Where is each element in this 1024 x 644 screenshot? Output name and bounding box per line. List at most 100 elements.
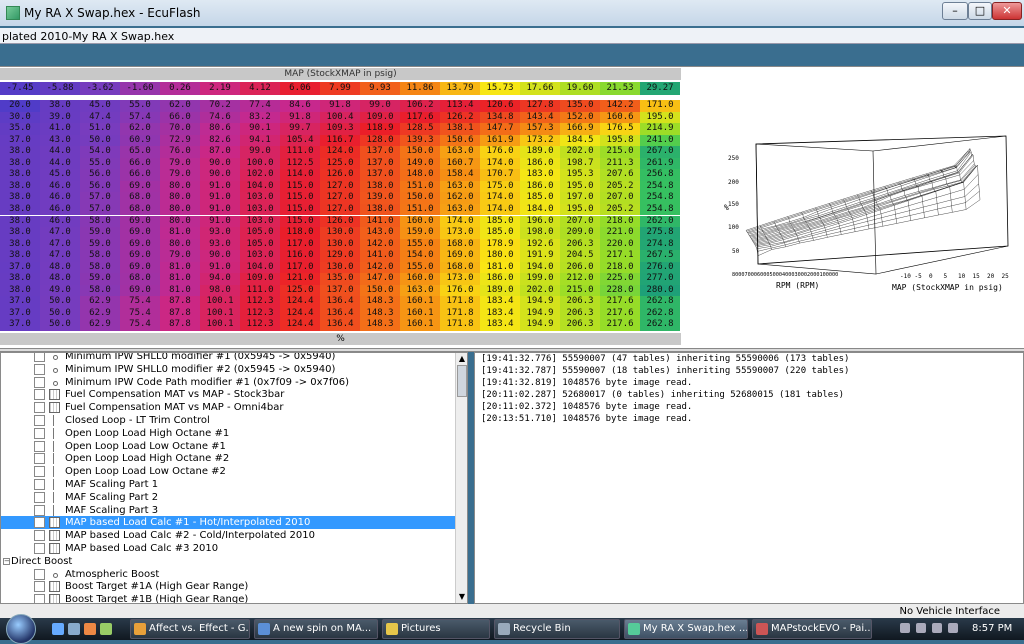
- quicklaunch-icon[interactable]: [52, 623, 64, 635]
- map-cell[interactable]: 59.0: [80, 227, 120, 239]
- map-cell[interactable]: 189.0: [520, 146, 560, 158]
- map-cell[interactable]: 160.0: [400, 215, 440, 228]
- map-cell[interactable]: 105.0: [240, 227, 280, 239]
- map-cell[interactable]: 160.1: [400, 307, 440, 320]
- tree-checkbox[interactable]: [34, 479, 45, 490]
- map-cell[interactable]: 159.0: [400, 227, 440, 239]
- map-cell[interactable]: 143.0: [360, 227, 400, 239]
- map-cell[interactable]: 81.0: [160, 261, 200, 274]
- map-cell[interactable]: 65.0: [120, 146, 160, 158]
- map-cell[interactable]: 207.0: [560, 215, 600, 228]
- map-cell[interactable]: 148.3: [360, 319, 400, 331]
- map-cell[interactable]: 171.8: [440, 319, 480, 331]
- map-cell[interactable]: 38.0: [40, 100, 80, 112]
- map-cell[interactable]: 38.0: [0, 250, 40, 262]
- map-cell[interactable]: 41.0: [40, 123, 80, 135]
- map-cell[interactable]: 47.4: [80, 111, 120, 124]
- map-cell[interactable]: 262.8: [640, 307, 680, 320]
- maximize-button[interactable]: □: [968, 2, 992, 20]
- map-cell[interactable]: 55.0: [80, 157, 120, 170]
- map-cell[interactable]: 111.0: [280, 146, 320, 158]
- map-x-cell[interactable]: 19.60: [560, 82, 600, 95]
- map-cell[interactable]: 207.0: [600, 192, 640, 204]
- map-cell[interactable]: 74.6: [200, 111, 240, 124]
- map-cell[interactable]: 171.8: [440, 296, 480, 308]
- map-cell[interactable]: 228.0: [600, 284, 640, 297]
- map-cell[interactable]: 38.0: [0, 215, 40, 228]
- map-cell[interactable]: 205.2: [600, 203, 640, 216]
- tree-item[interactable]: Minimum IPW SHLL0 modifier #2 (0x5945 ->…: [1, 363, 455, 376]
- map-cell[interactable]: 114.0: [280, 169, 320, 181]
- map-x-cell[interactable]: 7.99: [320, 82, 360, 95]
- map-cell[interactable]: 174.0: [440, 215, 480, 228]
- map-cell[interactable]: 84.6: [280, 100, 320, 112]
- map-cell[interactable]: 168.0: [440, 238, 480, 251]
- map-cell[interactable]: 280.0: [640, 284, 680, 297]
- map-cell[interactable]: 160.7: [440, 157, 480, 170]
- taskbar-button[interactable]: A new spin on MA...: [254, 619, 378, 639]
- map-x-cell[interactable]: 0.26: [160, 82, 200, 95]
- map-cell[interactable]: 163.0: [440, 203, 480, 216]
- map-cell[interactable]: 91.0: [200, 203, 240, 216]
- map-x-cell[interactable]: 9.93: [360, 82, 400, 95]
- map-cell[interactable]: 195.3: [560, 169, 600, 181]
- map-cell[interactable]: 171.8: [440, 307, 480, 320]
- map-cell[interactable]: 112.3: [240, 296, 280, 308]
- map-cell[interactable]: 185.0: [480, 215, 520, 228]
- map-cell[interactable]: 160.1: [400, 296, 440, 308]
- tree-checkbox[interactable]: [34, 594, 45, 603]
- close-button[interactable]: ✕: [992, 2, 1022, 20]
- tree-checkbox[interactable]: [34, 415, 45, 426]
- map-cell[interactable]: 120.6: [480, 100, 520, 112]
- map-cell[interactable]: 168.0: [440, 261, 480, 274]
- tree-checkbox[interactable]: [34, 376, 45, 388]
- map-cell[interactable]: 149.0: [400, 157, 440, 170]
- map-x-cell[interactable]: -5.88: [40, 82, 80, 95]
- map-cell[interactable]: 87.8: [160, 307, 200, 320]
- map-cell[interactable]: 267.5: [640, 250, 680, 262]
- tree-item[interactable]: MAF Scaling Part 1: [1, 478, 455, 491]
- map-cell[interactable]: 196.0: [520, 215, 560, 228]
- map-cell[interactable]: 82.6: [200, 134, 240, 147]
- map-cell[interactable]: 183.4: [480, 307, 520, 320]
- map-cell[interactable]: 80.0: [160, 180, 200, 193]
- map-cell[interactable]: 75.4: [120, 296, 160, 308]
- map-cell[interactable]: 147.7: [480, 123, 520, 135]
- map-cell[interactable]: 195.8: [600, 134, 640, 147]
- map-cell[interactable]: 195.0: [560, 203, 600, 216]
- map-cell[interactable]: 79.0: [160, 250, 200, 262]
- map-cell[interactable]: 70.0: [160, 123, 200, 135]
- map-cell[interactable]: 37.0: [0, 319, 40, 331]
- map-cell[interactable]: 51.0: [80, 123, 120, 135]
- map-cell[interactable]: 205.2: [600, 180, 640, 193]
- map-cell[interactable]: 102.0: [240, 169, 280, 181]
- map-cell[interactable]: 103.0: [240, 215, 280, 228]
- map-cell[interactable]: 261.9: [640, 157, 680, 170]
- map-cell[interactable]: 262.8: [640, 319, 680, 331]
- map-cell[interactable]: 150.0: [360, 284, 400, 297]
- map-cell[interactable]: 99.7: [280, 123, 320, 135]
- tree-item[interactable]: Open Loop Load Low Octane #2: [1, 465, 455, 478]
- map-cell[interactable]: 91.0: [200, 180, 240, 193]
- tree-checkbox[interactable]: [34, 530, 45, 542]
- quicklaunch-icon[interactable]: [68, 623, 80, 635]
- map-cell[interactable]: 77.4: [240, 100, 280, 112]
- map-x-cell[interactable]: 11.86: [400, 82, 440, 95]
- map-cell[interactable]: 81.0: [160, 227, 200, 239]
- map-cell[interactable]: 212.0: [560, 273, 600, 285]
- map-cell[interactable]: 142.0: [360, 261, 400, 274]
- map-x-cell[interactable]: 21.53: [600, 82, 640, 95]
- map-cell[interactable]: 262.8: [640, 296, 680, 308]
- map-cell[interactable]: 55.0: [120, 100, 160, 112]
- map-cell[interactable]: 175.0: [480, 180, 520, 193]
- map-cell[interactable]: 66.0: [160, 111, 200, 124]
- taskbar-button[interactable]: My RA X Swap.hex ...: [624, 619, 748, 639]
- map-cell[interactable]: 38.0: [0, 146, 40, 158]
- map-cell[interactable]: 163.0: [440, 146, 480, 158]
- map-cell[interactable]: 206.0: [560, 261, 600, 274]
- map-cell[interactable]: 80.0: [160, 215, 200, 228]
- map-cell[interactable]: 189.0: [480, 284, 520, 297]
- map-cell[interactable]: 58.0: [80, 284, 120, 297]
- map-cell[interactable]: 160.6: [600, 111, 640, 124]
- map-cell[interactable]: 173.0: [440, 227, 480, 239]
